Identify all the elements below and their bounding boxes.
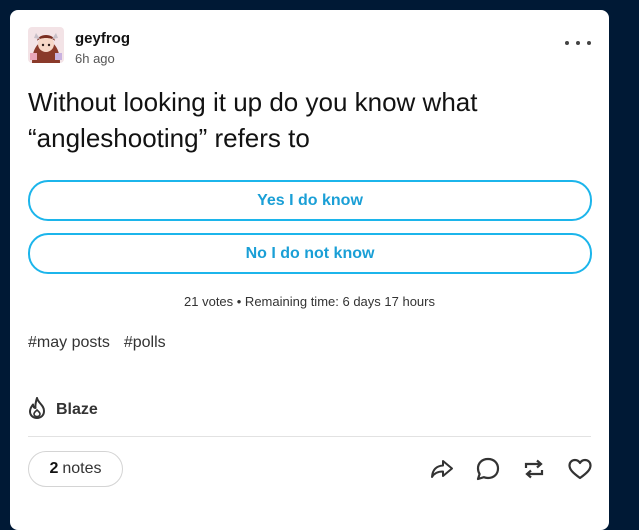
- reply-icon[interactable]: [474, 455, 502, 483]
- flame-icon: [26, 396, 48, 425]
- footer-divider: [28, 436, 591, 437]
- post-time[interactable]: 6h ago: [75, 51, 115, 66]
- post-card: geyfrog 6h ago Without looking it up do …: [10, 10, 609, 530]
- username[interactable]: geyfrog: [75, 30, 130, 47]
- tag-list: #may posts #polls: [28, 334, 180, 352]
- more-dots-icon[interactable]: [565, 33, 591, 53]
- poll-meta: 21 votes • Remaining time: 6 days 17 hou…: [184, 294, 435, 309]
- post-actions: [428, 454, 594, 484]
- notes-label: notes: [62, 460, 102, 477]
- tag-polls[interactable]: #polls: [124, 334, 166, 351]
- like-icon[interactable]: [566, 455, 594, 483]
- notes-count: 2: [49, 460, 59, 477]
- tag-may-posts[interactable]: #may posts: [28, 334, 110, 351]
- blaze-button[interactable]: Blaze: [26, 396, 98, 425]
- notes-button[interactable]: 2 notes: [28, 451, 123, 487]
- poll-option-no[interactable]: No I do not know: [28, 233, 592, 274]
- avatar[interactable]: [28, 27, 64, 63]
- post-header: geyfrog 6h ago: [28, 27, 591, 67]
- blaze-label: Blaze: [56, 401, 98, 418]
- share-icon[interactable]: [428, 455, 456, 483]
- post-title: Without looking it up do you know what “…: [28, 87, 478, 153]
- reblog-icon[interactable]: [520, 455, 548, 483]
- poll-option-yes[interactable]: Yes I do know: [28, 180, 592, 221]
